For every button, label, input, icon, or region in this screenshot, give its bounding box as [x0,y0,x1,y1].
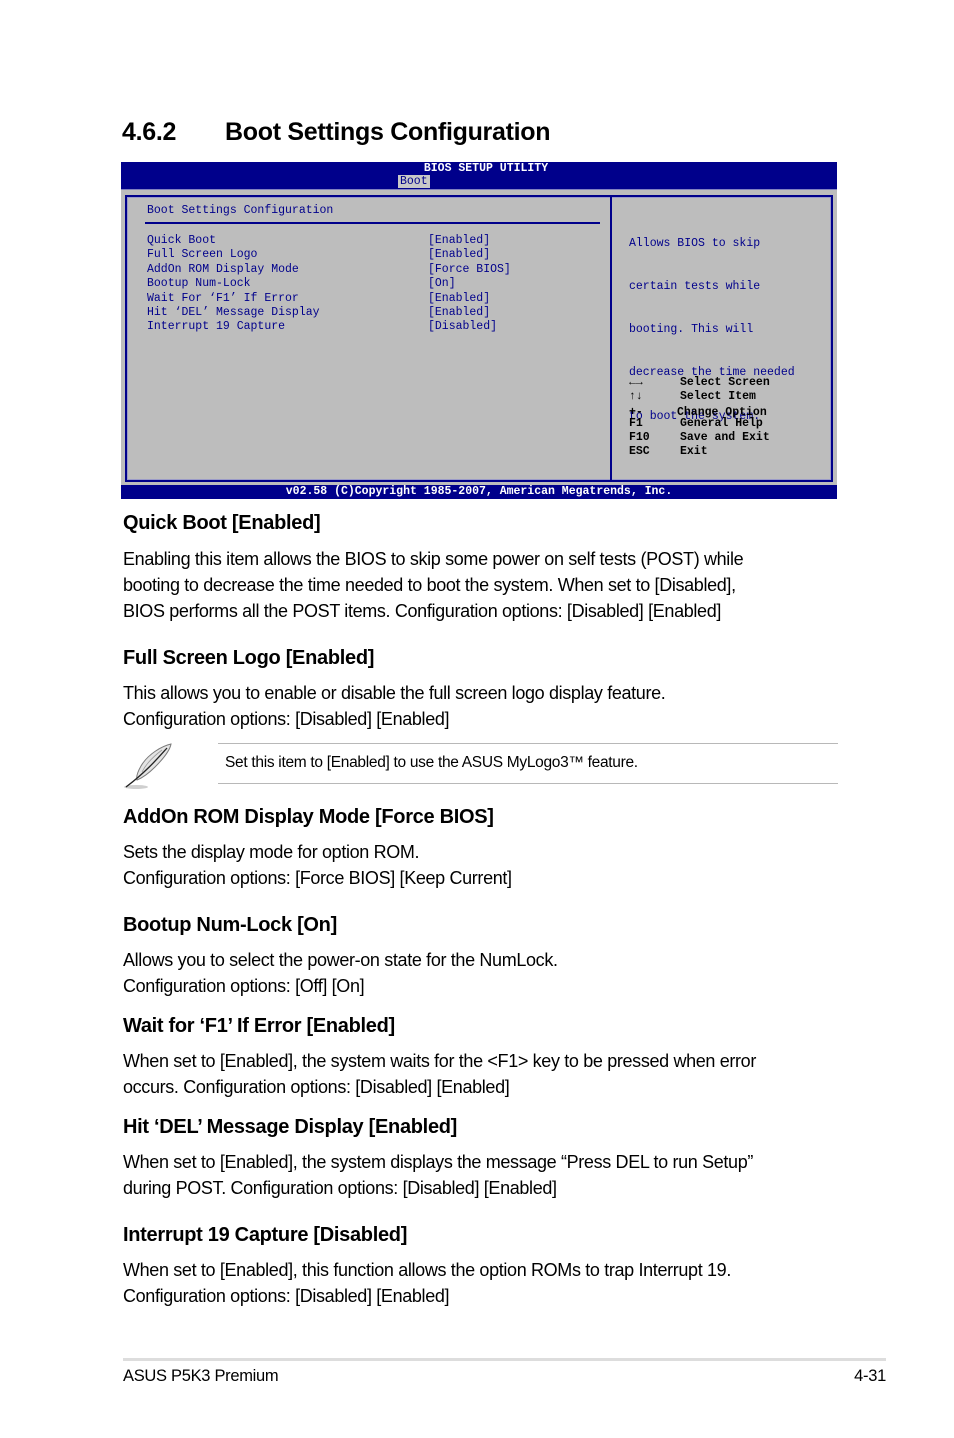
heading-addon-rom-display-mode: AddOn ROM Display Mode [Force BIOS] [123,806,494,828]
desc-line: When set to [Enabled], this function all… [123,1260,731,1280]
bios-item-label: Bootup Num-Lock [147,277,251,291]
desc-line: Configuration options: [Disabled] [Enabl… [123,1286,450,1306]
note-top-rule [218,743,838,744]
bios-item-value[interactable]: [Enabled] [428,306,490,320]
key-save-exit: F10 Save and Exit [629,431,770,445]
desc-line: When set to [Enabled], the system displa… [123,1152,754,1172]
desc-line: Configuration options: [Off] [On] [123,976,365,996]
key-action: Select Item [680,390,756,403]
bios-item-value[interactable]: [On] [428,277,456,291]
bios-frame: Boot Settings Configuration Quick Boot [… [125,195,833,482]
bios-item-hit-del-message[interactable]: Hit ‘DEL’ Message Display [Enabled] [147,306,511,320]
desc-line: Configuration options: [Force BIOS] [Kee… [123,868,512,888]
desc-line: Configuration options: [Disabled] [Enabl… [123,709,450,729]
desc-wait-for-f1: When set to [Enabled], the system waits … [123,1048,843,1100]
bios-item-value[interactable]: [Enabled] [428,292,490,306]
desc-line: during POST. Configuration options: [Dis… [123,1178,557,1198]
desc-line: This allows you to enable or disable the… [123,683,666,703]
key-exit: ESC Exit [629,445,770,459]
desc-bootup-num-lock: Allows you to select the power-on state … [123,947,843,999]
feather-pen-icon [124,743,172,789]
heading-bootup-num-lock: Bootup Num-Lock [On] [123,914,337,936]
bios-tab-boot[interactable]: Boot [398,175,430,188]
footer-rule [123,1358,886,1361]
key-label: ESC [629,445,650,458]
up-down-arrows-icon: ↑↓ [629,390,643,403]
section-number: 4.6.2 [122,118,177,146]
bios-item-value[interactable]: [Disabled] [428,320,497,334]
bios-item-value[interactable]: [Enabled] [428,234,490,248]
key-label: F10 [629,431,650,444]
key-action: General Help [680,417,763,430]
desc-quick-boot: Enabling this item allows the BIOS to sk… [123,546,843,624]
desc-interrupt-19-capture: When set to [Enabled], this function all… [123,1257,843,1309]
bios-item-quick-boot[interactable]: Quick Boot [Enabled] [147,234,511,248]
heading-hit-del-message: Hit ‘DEL’ Message Display [Enabled] [123,1116,458,1138]
bios-item-addon-rom-display-mode[interactable]: AddOn ROM Display Mode [Force BIOS] [147,263,511,277]
desc-addon-rom-display-mode: Sets the display mode for option ROM. Co… [123,839,843,891]
bios-body: Boot Settings Configuration Quick Boot [… [121,189,837,485]
desc-full-screen-logo: This allows you to enable or disable the… [123,680,843,732]
key-action: Exit [680,445,708,458]
help-line: booting. This will [629,323,754,337]
bios-item-wait-for-f1[interactable]: Wait For ‘F1’ If Error [Enabled] [147,292,511,306]
key-label: F1 [629,417,643,430]
left-right-arrows-icon: ←→ [629,376,643,389]
desc-line: BIOS performs all the POST items. Config… [123,601,722,621]
key-general-help: F1 General Help [629,417,770,431]
bios-panel-divider [610,197,612,480]
bios-key-legend: ←→ Select Screen ↑↓ Select Item +- Chang… [629,376,770,459]
bios-item-label: Full Screen Logo [147,248,258,262]
bios-item-bootup-num-lock[interactable]: Bootup Num-Lock [On] [147,277,511,291]
help-line: Allows BIOS to skip [629,236,761,250]
bios-item-list: Quick Boot [Enabled] Full Screen Logo [E… [147,234,511,335]
desc-line: Sets the display mode for option ROM. [123,842,420,862]
bios-title-rule [145,222,600,224]
desc-line: Allows you to select the power-on state … [123,950,558,970]
footer-page-number: 4-31 [854,1367,886,1385]
bios-item-label: Interrupt 19 Capture [147,320,286,334]
desc-hit-del-message: When set to [Enabled], the system displa… [123,1149,843,1201]
section-title: 4.6.2 Boot Settings Configuration [122,118,551,147]
desc-line: Enabling this item allows the BIOS to sk… [123,549,744,569]
key-select-screen: ←→ Select Screen [629,376,770,390]
note-text: Set this item to [Enabled] to use the AS… [225,754,638,771]
bios-item-value[interactable]: [Force BIOS] [428,263,511,277]
desc-line: occurs. Configuration options: [Disabled… [123,1077,510,1097]
key-action: Select Screen [680,376,770,389]
bios-utility-title: BIOS SETUP UTILITY [423,162,549,175]
footer-product: ASUS P5K3 Premium [123,1367,279,1385]
note-bottom-rule [218,783,838,784]
bios-copyright: v02.58 (C)Copyright 1985-2007, American … [285,485,673,498]
bios-screenshot: BIOS SETUP UTILITY Boot Boot Settings Co… [121,162,837,499]
heading-quick-boot: Quick Boot [Enabled] [123,512,321,534]
heading-interrupt-19-capture: Interrupt 19 Capture [Disabled] [123,1224,408,1246]
bios-item-full-screen-logo[interactable]: Full Screen Logo [Enabled] [147,248,511,262]
bios-item-label: Quick Boot [147,234,217,247]
bios-item-interrupt-19-capture[interactable]: Interrupt 19 Capture [Disabled] [147,320,511,334]
desc-line: booting to decrease the time needed to b… [123,575,736,595]
heading-wait-for-f1: Wait for ‘F1’ If Error [Enabled] [123,1015,395,1037]
bios-item-label: AddOn ROM Display Mode [147,262,299,276]
bios-item-label: Wait For ‘F1’ If Error [147,291,299,305]
bios-panel-title: Boot Settings Configuration [147,204,334,217]
key-select-item: ↑↓ Select Item [629,390,770,406]
section-heading: Boot Settings Configuration [225,118,551,146]
key-action: Save and Exit [680,431,770,444]
desc-line: When set to [Enabled], the system waits … [123,1051,756,1071]
bios-item-label: Hit ‘DEL’ Message Display [147,305,320,319]
bios-item-value[interactable]: [Enabled] [428,248,490,262]
help-line: certain tests while [629,280,761,294]
heading-full-screen-logo: Full Screen Logo [Enabled] [123,647,375,669]
